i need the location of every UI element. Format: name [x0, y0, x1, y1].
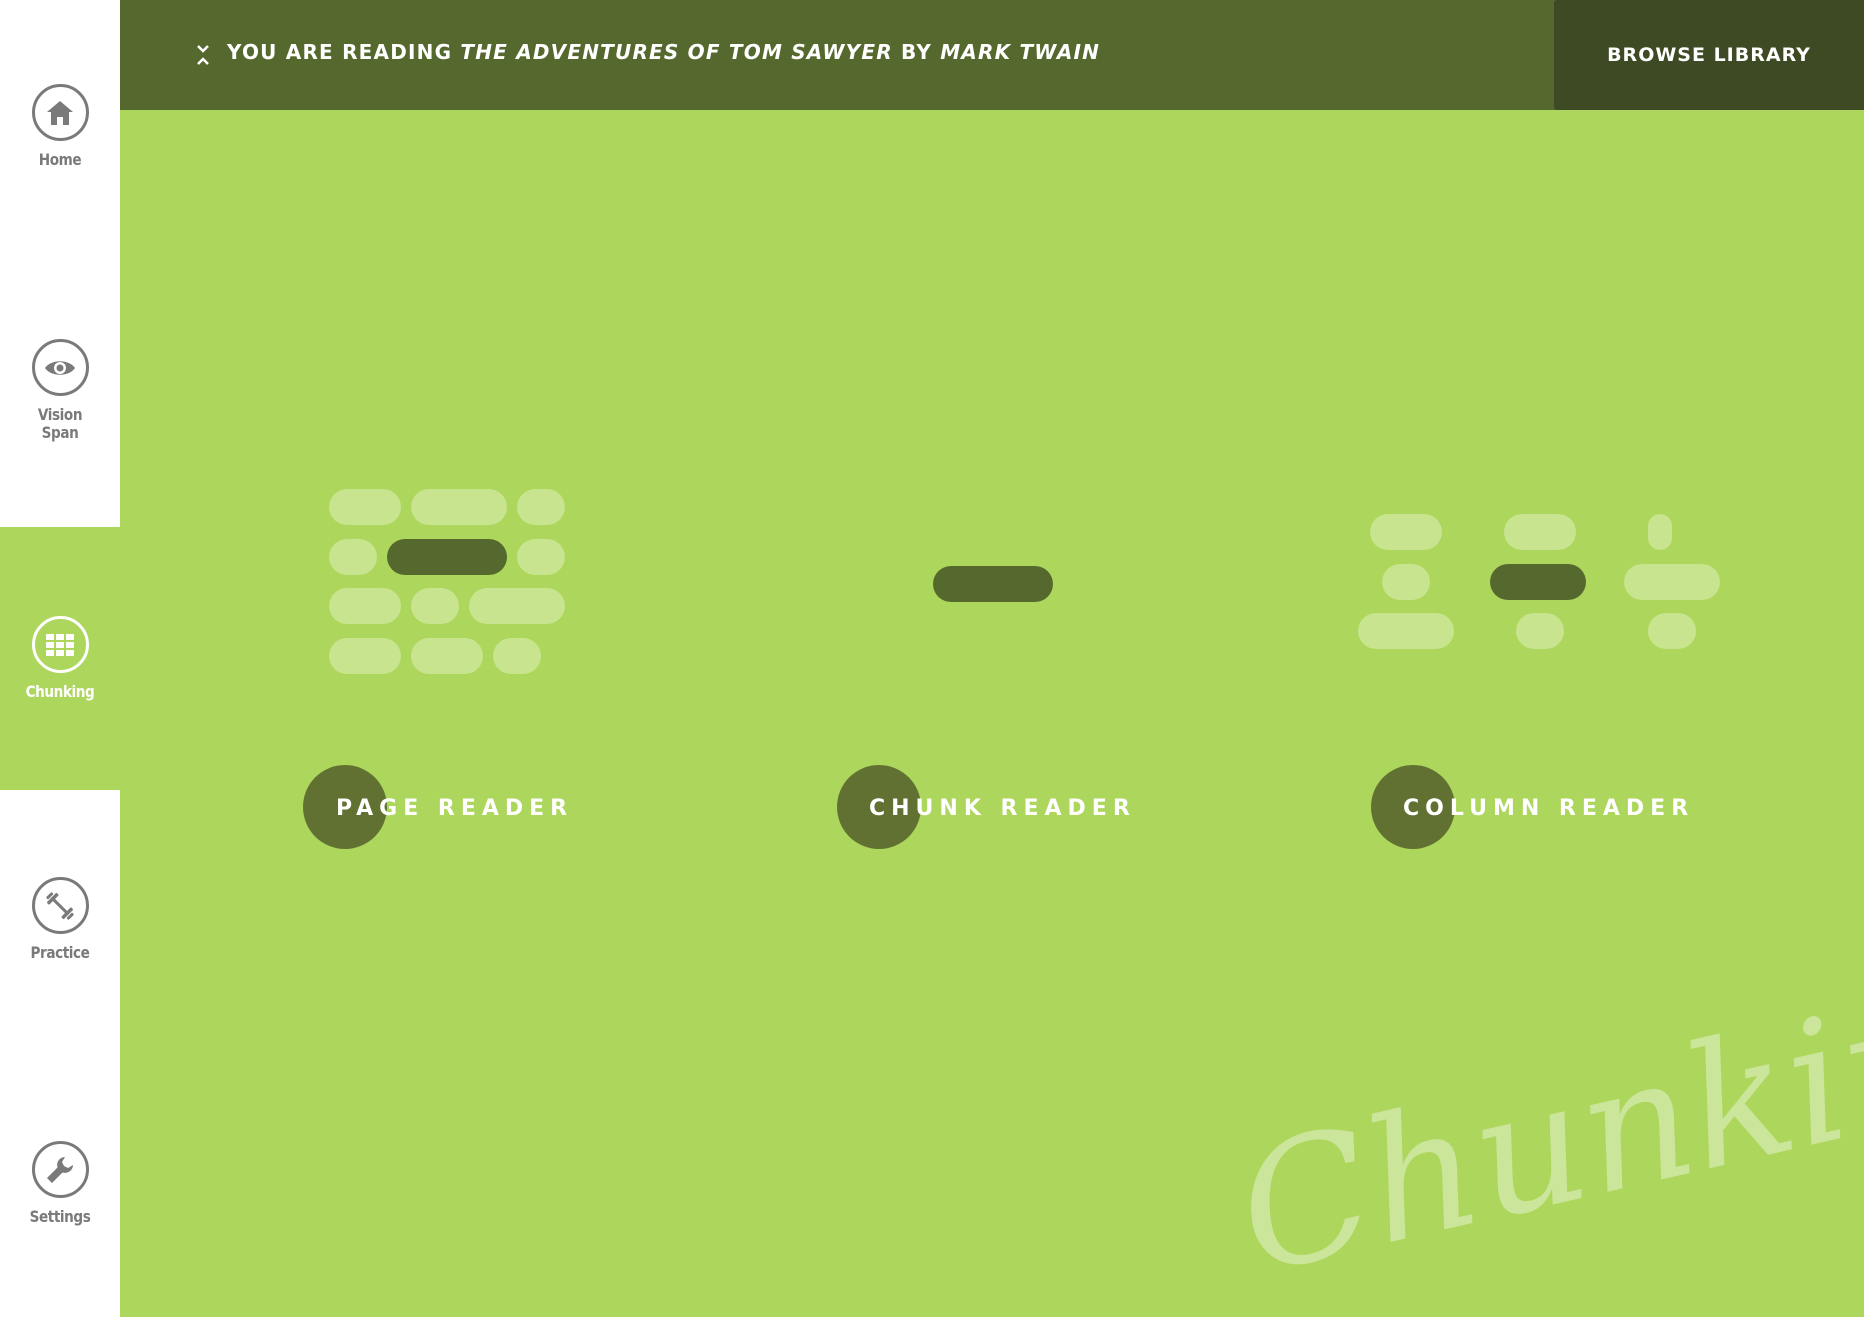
book-title[interactable]: THE ADVENTURES OF TOM SAWYER: [460, 40, 892, 64]
browse-library-button[interactable]: BROWSE LIBRARY: [1554, 0, 1864, 110]
sidebar-item-label: Practice: [30, 943, 90, 962]
sidebar-item-label: Chunking: [25, 682, 95, 701]
sidebar-item-vision-span[interactable]: Vision Span: [0, 339, 120, 442]
sidebar-item-chunking[interactable]: Chunking: [0, 527, 120, 790]
sidebar-item-settings[interactable]: Settings: [0, 1141, 120, 1226]
page-reader-label: PAGE READER: [336, 796, 574, 821]
book-author: MARK TWAIN: [940, 40, 1101, 64]
sidebar-item-practice[interactable]: Practice: [0, 877, 120, 962]
page-reader-option[interactable]: PAGE READER: [300, 480, 580, 860]
chunk-reader-label: CHUNK READER: [869, 796, 1136, 821]
grid-icon: [31, 616, 89, 673]
column-reader-option[interactable]: COLUMN READER: [1358, 480, 1728, 860]
column-reader-label: COLUMN READER: [1403, 796, 1695, 821]
eye-icon: [31, 339, 89, 396]
dumbbell-icon: [31, 877, 89, 934]
sidebar-item-home[interactable]: Home: [0, 84, 120, 169]
sidebar: Home Vision Span Chunking Practice Setti…: [0, 0, 120, 1317]
section-watermark: Chunking: [1220, 932, 1864, 1313]
chunk-reader-option[interactable]: CHUNK READER: [834, 480, 1134, 860]
reading-status: YOU ARE READING THE ADVENTURES OF TOM SA…: [227, 40, 1100, 64]
collapse-icon[interactable]: [195, 44, 211, 66]
sidebar-item-label: Home: [38, 150, 82, 169]
sidebar-item-label: Vision Span: [37, 405, 83, 442]
wrench-icon: [31, 1141, 89, 1198]
home-icon: [31, 84, 89, 141]
reading-by: BY: [900, 40, 933, 64]
sidebar-item-label: Settings: [29, 1207, 91, 1226]
reading-prefix: YOU ARE READING: [227, 40, 453, 64]
